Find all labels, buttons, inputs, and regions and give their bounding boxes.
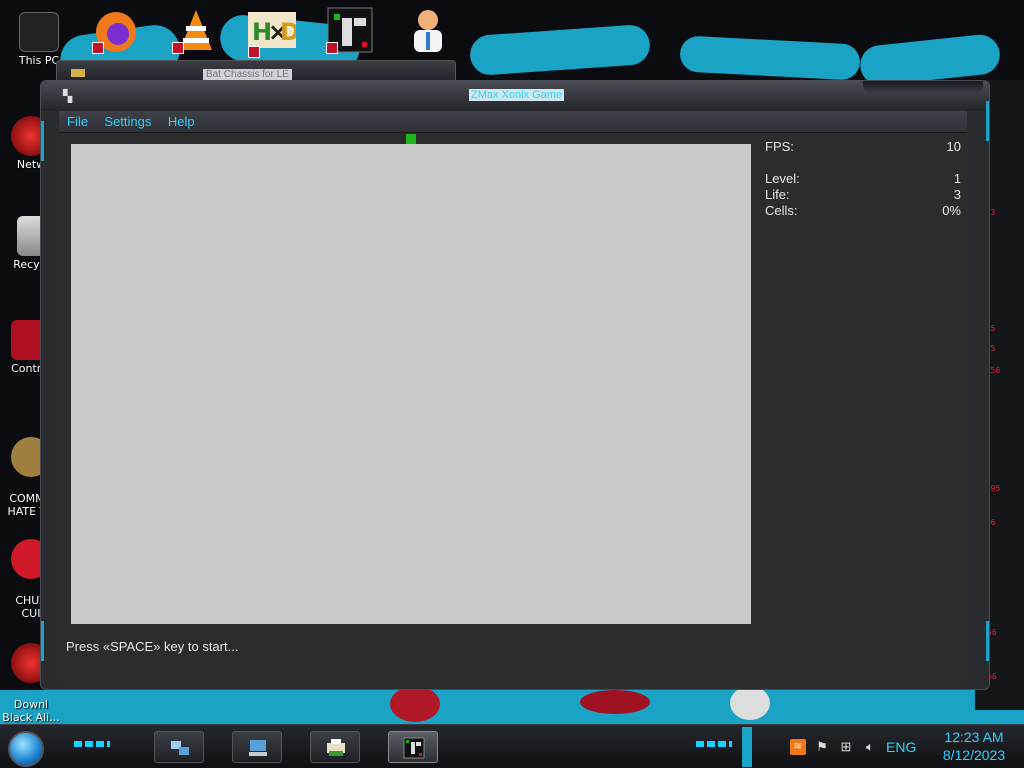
stat-label: Cells: [765,203,798,218]
taskbar-decoration [696,741,732,747]
wallpaper-shape [580,690,650,714]
desktop-icon-xonix[interactable] [326,6,374,54]
clock[interactable]: 12:23 AM 8/12/2023 [930,728,1018,764]
taskbar-decoration [74,741,110,747]
menu-help[interactable]: Help [162,111,201,132]
stat-value: 3 [953,187,961,202]
frame-accent [986,621,989,661]
stat-value: 0% [942,203,961,218]
start-button[interactable] [8,731,44,767]
printer-icon [327,739,345,756]
shortcut-arrow-icon [172,42,184,54]
stat-value: 10 [946,139,961,154]
game-playfield[interactable] [71,134,751,624]
title-bar[interactable]: ▚ ZMax Xonix Game [41,81,989,111]
flag-icon[interactable]: ⚑ [814,739,830,755]
stat-value: 1 [953,171,961,186]
menu-bar: File Settings Help [59,111,967,133]
status-message: Press «SPACE» key to start... [66,639,239,654]
wallpaper-shape [390,686,440,722]
frame-accent [986,101,989,141]
hxd-icon: H×D [248,12,300,48]
stat-level: Level: 1 [765,171,961,187]
window-title: ZMax Xonix Game [469,89,565,101]
svg-text:D: D [280,18,296,46]
game-window[interactable]: ▚ ZMax Xonix Game File Settings Help FPS… [40,80,990,690]
wallpaper-shape [730,686,770,720]
xonix-game-icon [403,737,425,759]
shortcut-arrow-icon [326,42,338,54]
shortcut-arrow-icon [92,42,104,54]
desktop-icon-this-pc[interactable]: This PC [8,12,70,67]
game-client-area: FPS: 10 Level: 1 Life: 3 Cells: 0% Press… [59,133,967,683]
menu-settings[interactable]: Settings [98,111,157,132]
stat-life: Life: 3 [765,187,961,203]
background-window-title: Bat Chassis for LE [203,69,292,80]
wallpaper-shape [468,23,652,77]
stat-label: Level: [765,171,800,186]
wallpaper-shape [679,35,861,81]
language-indicator[interactable]: ENG [886,739,916,755]
taskbar-button-device[interactable] [310,731,360,763]
clock-time: 12:23 AM [944,729,1004,745]
desktop-icon-firefox[interactable] [92,6,140,54]
stat-label: Life: [765,187,790,202]
desktop-icon-doctor[interactable] [404,6,452,54]
taskbar-button-printer[interactable] [232,731,282,763]
stat-fps: FPS: 10 [765,139,961,155]
computer-icon [19,12,59,52]
notification-app-icon[interactable]: ≋ [790,739,806,755]
network-computers-icon [171,741,189,755]
menu-file[interactable]: File [61,111,94,132]
computer-icon [249,740,267,756]
stats-panel: FPS: 10 Level: 1 Life: 3 Cells: 0% [765,139,961,219]
desktop-icon-vlc[interactable] [172,6,220,54]
frame-accent [41,121,44,161]
desktop-icon-hxd[interactable]: H × D [248,10,300,58]
taskbar-accent [742,727,752,767]
shortcut-arrow-icon [248,46,260,58]
system-tray: ≋ ⚑ ⊞ 🔈︎ ENG [790,733,916,761]
clock-date: 8/12/2023 [942,747,1006,763]
player-marker [406,134,416,144]
title-bar-decoration [863,81,983,93]
stat-cells: Cells: 0% [765,203,961,219]
volume-icon[interactable]: 🔈︎ [862,739,878,755]
desktop-icon-label: Downl Black Ali... [2,698,60,724]
window-app-icon [71,69,85,77]
desktop-icon-label: This PC [18,54,60,67]
taskbar-button-network[interactable] [154,731,204,763]
network-icon[interactable]: ⊞ [838,739,854,755]
window-app-icon: ▚ [63,89,73,103]
frame-accent [41,621,44,661]
taskbar: ≋ ⚑ ⊞ 🔈︎ ENG 12:23 AM 8/12/2023 [0,724,1024,768]
doctor-icon [414,10,442,52]
stat-label: FPS: [765,139,794,154]
taskbar-button-xonix[interactable] [388,731,438,763]
